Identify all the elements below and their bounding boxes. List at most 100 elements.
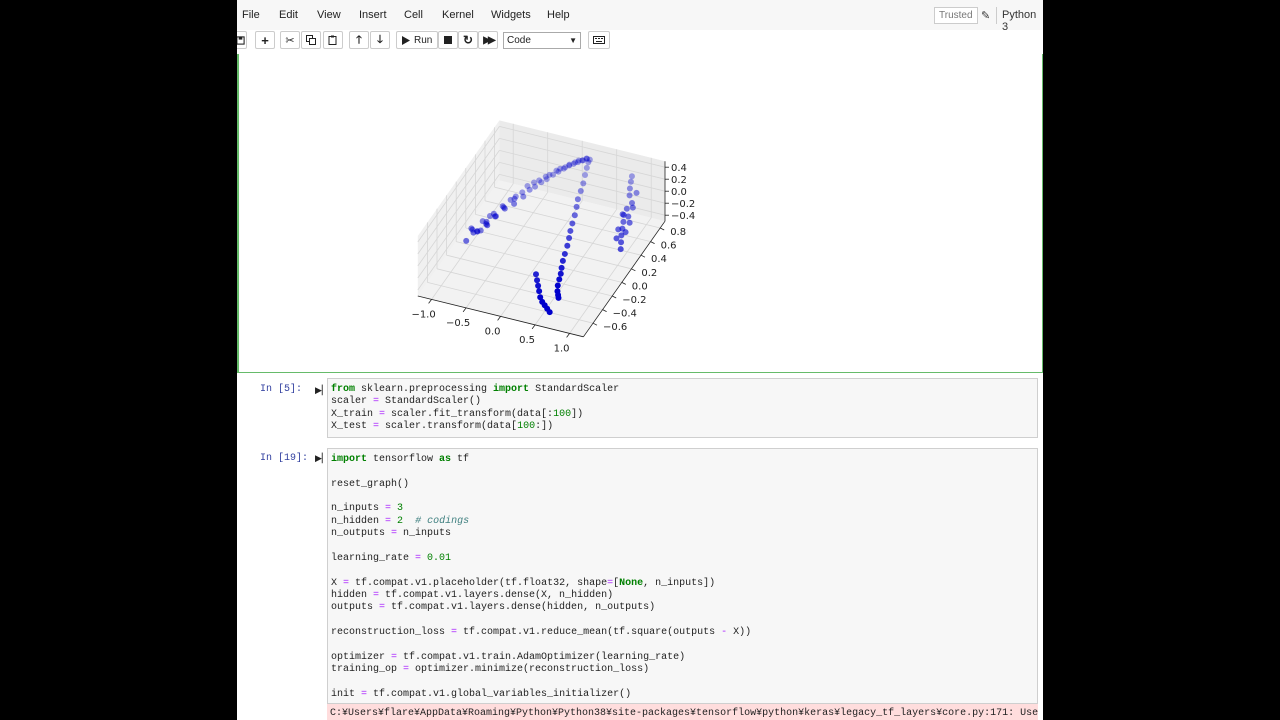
code-token: training_op (331, 663, 404, 675)
restart-run-all-button[interactable]: ▶▶ (478, 31, 498, 49)
data-point (492, 213, 499, 220)
tick-label: 0.2 (641, 268, 657, 279)
code-cell-input[interactable]: import tensorflow as tf reset_graph() n_in… (327, 448, 1038, 704)
data-point (550, 171, 557, 178)
paste-icon (328, 35, 337, 45)
data-point (526, 186, 533, 193)
copy-button[interactable] (301, 31, 321, 49)
tick-mark (631, 268, 636, 272)
tick-mark (650, 241, 655, 244)
data-point (532, 183, 539, 190)
data-point (566, 235, 573, 242)
data-point (534, 277, 541, 284)
move-down-button[interactable]: 🡓 (370, 31, 390, 49)
chevron-down-icon: ▼ (569, 36, 577, 45)
tick-label: −0.6 (603, 322, 627, 333)
code-line: training_op = optimizer.minimize(reconst… (331, 664, 649, 675)
tick-mark (462, 307, 467, 313)
code-token: tf.compat.v1.reduce_mean(tf.square(outpu… (457, 626, 722, 638)
save-button[interactable] (237, 31, 247, 49)
move-up-icon: 🡑 (356, 33, 362, 46)
tick-label: 0.0 (632, 281, 648, 292)
code-token: , n_inputs]) (643, 577, 716, 589)
save-icon (237, 35, 245, 45)
data-point (546, 309, 553, 316)
code-token: n_hidden (331, 515, 386, 527)
command-palette-button[interactable] (588, 31, 610, 49)
code-token: as (439, 454, 452, 465)
trusted-indicator[interactable]: Trusted (934, 7, 978, 24)
menu-help[interactable]: Help (547, 9, 570, 21)
data-point (577, 187, 584, 194)
code-line: n_outputs = n_inputs (331, 528, 451, 539)
tick-label: −0.4 (671, 211, 695, 222)
tick-mark (602, 309, 607, 312)
cut-button[interactable]: ✂ (280, 31, 300, 49)
menu-insert[interactable]: Insert (359, 9, 387, 21)
code-line: n_hidden = 2 # codings (331, 516, 469, 527)
data-point (618, 239, 625, 246)
code-line: reconstruction_loss = tf.compat.v1.reduc… (331, 627, 751, 638)
cell-type-select[interactable]: Code ▼ (503, 32, 581, 49)
data-point (623, 205, 630, 212)
code-token: reset_graph() (331, 478, 410, 490)
cell-prompt: In [19]: (260, 453, 309, 464)
code-cell-input[interactable]: from sklearn.preprocessing import Standa… (327, 378, 1038, 438)
code-token: from (331, 384, 356, 395)
menu-edit[interactable]: Edit (279, 9, 298, 21)
menu-cell[interactable]: Cell (404, 9, 423, 21)
code-line: scaler = StandardScaler() (331, 396, 481, 407)
code-token: sklearn.preprocessing (355, 384, 494, 395)
code-line: X_test = scaler.transform(data[100:]) (331, 421, 553, 432)
restart-button[interactable]: ↻ (458, 31, 478, 49)
menu-kernel[interactable]: Kernel (442, 9, 474, 21)
tick-label: 0.5 (519, 335, 535, 346)
code-line: n_inputs = 3 (331, 503, 403, 514)
data-point (560, 165, 567, 172)
data-point (617, 246, 624, 253)
code-token: n_outputs (331, 528, 392, 540)
tick-mark (428, 299, 432, 304)
data-point (511, 195, 518, 202)
cut-icon: ✂ (285, 34, 295, 47)
tick-mark (531, 324, 536, 330)
data-point (554, 282, 561, 289)
code-token: optimizer (331, 651, 392, 663)
data-point (620, 218, 627, 225)
output-cell[interactable]: −1.0 −0.5 0.0 0.5 1.0 −0.6 −0.4 −0.2 0.0 0.2 0.4 0.… (237, 54, 1043, 373)
tick-mark (497, 316, 501, 321)
pencil-icon[interactable]: ✎ (981, 9, 990, 22)
move-up-button[interactable]: 🡑 (349, 31, 369, 49)
code-token: reconstruction_loss (331, 626, 452, 638)
code-token: tf.compat.v1.global_variables_initialize… (367, 688, 632, 700)
run-button[interactable]: Run (396, 31, 438, 49)
data-point (567, 227, 574, 234)
data-point (613, 235, 620, 242)
tick-label: 0.4 (651, 254, 667, 265)
tick-mark (592, 322, 598, 326)
code-token: StandardScaler() (379, 396, 482, 408)
add-cell-button[interactable]: + (255, 31, 275, 49)
code-token: ]) (571, 408, 584, 420)
tick-label: 1.0 (554, 343, 570, 354)
menu-file[interactable]: File (242, 9, 260, 21)
divider (996, 7, 997, 24)
data-point (626, 219, 633, 226)
data-point (574, 196, 581, 203)
code-token: import (493, 384, 530, 395)
data-point (538, 179, 545, 186)
tick-label: 0.8 (670, 227, 686, 238)
menu-view[interactable]: View (317, 9, 341, 21)
data-point (555, 168, 562, 175)
code-token: X_train (331, 408, 380, 420)
code-token: n_inputs (397, 528, 452, 540)
code-token: init (331, 688, 362, 700)
stop-button[interactable] (438, 31, 458, 49)
tick-mark (566, 333, 570, 338)
paste-button[interactable] (323, 31, 343, 49)
cell-prompt: In [5]: (260, 384, 303, 395)
code-line: learning_rate = 0.01 (331, 553, 451, 564)
menu-widgets[interactable]: Widgets (491, 9, 531, 21)
data-point (520, 193, 527, 200)
code-token: # codings (415, 515, 470, 527)
